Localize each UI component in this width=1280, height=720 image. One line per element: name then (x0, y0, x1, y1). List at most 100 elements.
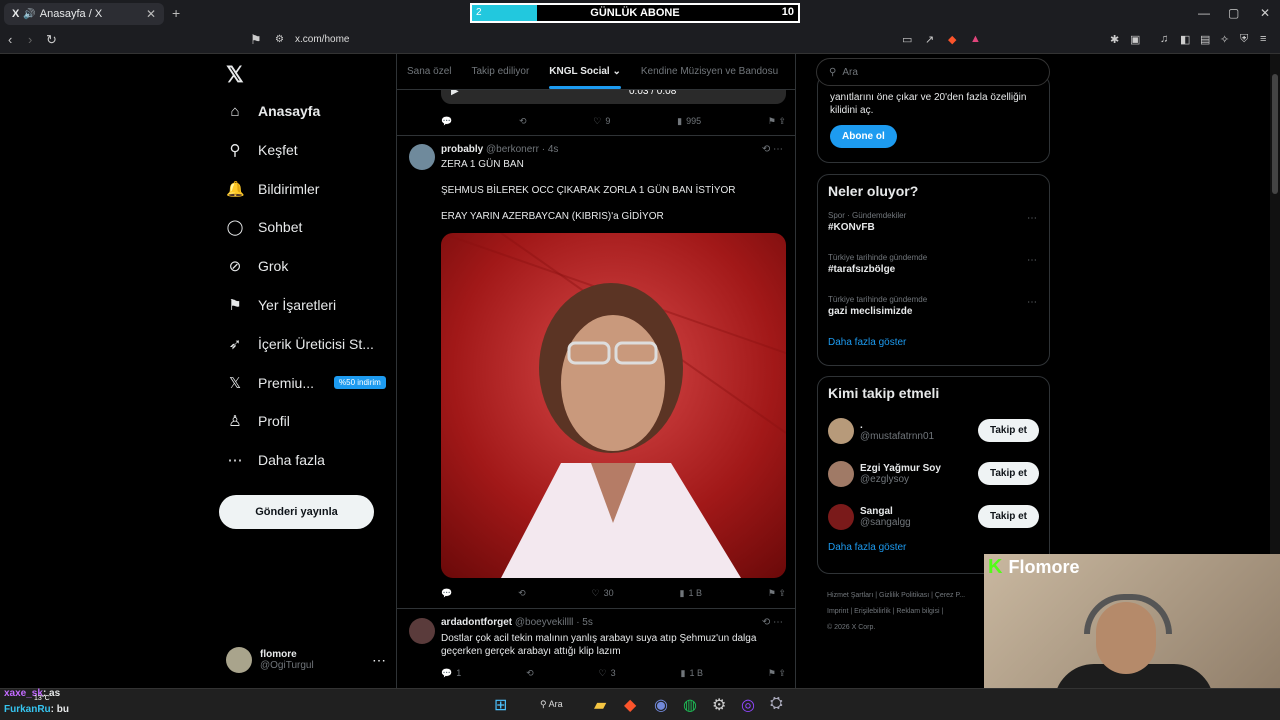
browser-tab[interactable]: X 🔊 Anasayfa / X ✕ (4, 3, 164, 25)
account-switcher[interactable]: flomore @OgiTurgul ⋯ (226, 642, 386, 678)
extensions-icon[interactable]: ✱ (1110, 33, 1119, 46)
scrollbar-thumb[interactable] (1272, 74, 1278, 194)
sidebar-item-2[interactable]: 🔔 Bildirimler (226, 174, 319, 204)
new-tab-button[interactable]: + (172, 5, 180, 21)
vpn-icon[interactable]: ⛨ (1240, 33, 1248, 46)
trend-item[interactable]: Türkiye tarihinde gündemde gazi meclisimi… (818, 291, 1049, 333)
wallet-icon[interactable]: ▤ (1200, 33, 1210, 46)
avatar[interactable] (409, 618, 435, 644)
sidebar-item-3[interactable]: ◯ Sohbet (226, 212, 303, 242)
tab-for-you[interactable]: Sana özel (397, 66, 461, 77)
tweet-author[interactable]: ardadontforget (441, 617, 512, 628)
retweet-icon[interactable]: ⟲ (518, 588, 526, 599)
sidebar-item-7[interactable]: 𝕏 Premiu... %50 indirim (226, 368, 386, 398)
bookmark-icon[interactable]: ⚑ ⇪ (768, 588, 786, 599)
avatar[interactable] (828, 417, 854, 444)
discord-icon[interactable]: ◉ (654, 695, 668, 715)
retweet-icon[interactable]: ⟲ (526, 668, 534, 679)
reply-button[interactable]: 💬 1 (441, 668, 461, 679)
tab-musician[interactable]: Kendine Müzisyen ve Bandosu (631, 66, 788, 77)
sidebar-item-5[interactable]: ⚑ Yer İşaretleri (226, 290, 336, 320)
sidebar-item-4[interactable]: ⊘ Grok (226, 251, 289, 281)
forward-icon[interactable]: › (28, 32, 32, 47)
sidebar-item-6[interactable]: ➶ İçerik Üreticisi St... (226, 329, 374, 359)
tab-kngl-social[interactable]: KNGL Social ⌄ (539, 66, 631, 89)
tab-following[interactable]: Takip ediliyor (461, 66, 539, 77)
avatar[interactable] (828, 460, 854, 487)
url-field[interactable]: x.com/home (295, 34, 349, 45)
more-icon[interactable]: ⋯ (372, 652, 386, 669)
share-icon[interactable]: ↗ (925, 33, 934, 46)
reload-icon[interactable]: ↻ (46, 32, 57, 48)
suggestion-name[interactable]: Sangal (860, 506, 911, 517)
brave-rewards-icon[interactable]: ▲ (970, 33, 981, 45)
speaker-icon[interactable]: 🔊 (23, 9, 35, 20)
avatar[interactable] (828, 503, 854, 530)
like-button[interactable]: ♡ 3 (599, 668, 616, 679)
spotify-icon[interactable]: ◍ (683, 695, 697, 715)
bookmark-icon[interactable]: ⚑ ⇪ (768, 668, 786, 679)
file-explorer-icon[interactable]: ▰ (594, 695, 606, 715)
music-icon[interactable]: ♫ (1160, 33, 1168, 45)
profile-icon: ♙ (228, 413, 242, 431)
screenshot-icon[interactable]: ▣ (1130, 33, 1140, 46)
tweet-handle[interactable]: @berkonerr (486, 144, 539, 155)
like-button[interactable]: ♡ 30 (592, 588, 614, 599)
suggestion-name[interactable]: . (860, 420, 934, 431)
obs-icon[interactable]: ◎ (741, 695, 755, 715)
menu-icon[interactable]: ≡ (1260, 33, 1266, 45)
leo-icon[interactable]: ✧ (1220, 33, 1229, 46)
minimize-icon[interactable]: — (1198, 6, 1210, 20)
trend-item[interactable]: Spor · Gündemdekiler #KONvFB ⋯ (818, 207, 1049, 249)
tweet-handle[interactable]: @boeyvekillll (515, 617, 574, 628)
tweet-author[interactable]: probably (441, 144, 483, 155)
sidebar-item-label: Anasayfa (258, 103, 321, 119)
more-icon[interactable]: ⟲ ⋯ (762, 617, 783, 628)
like-button[interactable]: ♡ 9 (593, 116, 610, 127)
tweet-media[interactable] (441, 233, 786, 578)
site-settings-icon[interactable]: ⚙ (275, 34, 284, 45)
subscribe-button[interactable]: Abone ol (830, 125, 897, 148)
trend-item[interactable]: Türkiye tarihinde gündemde #tarafsızbölge… (818, 249, 1049, 291)
windows-start-icon[interactable]: ⊞ (494, 695, 507, 715)
suggestion-name[interactable]: Ezgi Yağmur Soy (860, 463, 941, 474)
close-tab-icon[interactable]: ✕ (146, 7, 156, 21)
window-close-icon[interactable]: ✕ (1260, 6, 1270, 20)
reply-icon[interactable]: 💬 (441, 116, 452, 127)
sidebar-item-1[interactable]: ⚲ Keşfet (226, 135, 298, 165)
maximize-icon[interactable]: ▢ (1228, 6, 1239, 20)
more-icon[interactable]: ⟲ ⋯ (762, 144, 783, 155)
sidebar-toggle-icon[interactable]: ◧ (1180, 33, 1190, 46)
footer-line[interactable]: Imprint | Erişilebilirlik | Reklam bilgi… (827, 604, 987, 620)
avatar[interactable] (409, 144, 435, 170)
follow-button[interactable]: Takip et (977, 505, 1039, 528)
search-input[interactable]: ⚲ Ara (816, 58, 1050, 86)
sidebar-item-9[interactable]: ⋯ Daha fazla (226, 445, 325, 475)
post-button[interactable]: Gönderi yayınla (219, 495, 374, 529)
views-button[interactable]: ▮ 1 B (679, 588, 701, 599)
sidebar-item-0[interactable]: ⌂ Anasayfa (226, 96, 320, 126)
show-more-link[interactable]: Daha fazla göster (818, 333, 1049, 358)
sidebar-item-8[interactable]: ♙ Profil (226, 406, 290, 436)
steam-icon[interactable]: ⛭ (770, 695, 783, 713)
brave-icon[interactable]: ◆ (624, 695, 636, 715)
app-icon[interactable]: ⚙ (712, 695, 726, 715)
follow-button[interactable]: Takip et (977, 462, 1039, 485)
bookmark-icon[interactable]: ⚑ ⇪ (768, 116, 786, 127)
back-icon[interactable]: ‹ (8, 32, 12, 47)
cast-icon[interactable]: ▭ (902, 33, 912, 46)
follow-button[interactable]: Takip et (977, 419, 1039, 442)
retweet-icon[interactable]: ⟲ (519, 116, 527, 127)
footer-line[interactable]: Hizmet Şartları | Gizlilik Politikası | … (827, 588, 987, 604)
sidebar-item-label: Profil (258, 413, 290, 430)
taskbar-search[interactable]: ⚲ Ara (540, 699, 563, 710)
more-icon[interactable]: ⋯ (1027, 255, 1037, 266)
views-button[interactable]: ▮ 1 B (681, 668, 703, 679)
reply-icon[interactable]: 💬 (441, 588, 452, 599)
brave-shield-icon[interactable]: ◆ (948, 33, 956, 46)
bookmark-page-icon[interactable]: ⚑ (250, 32, 262, 48)
x-logo-icon[interactable]: 𝕏 (226, 62, 244, 88)
more-icon[interactable]: ⋯ (1027, 213, 1037, 224)
views-button[interactable]: ▮ 995 (677, 116, 701, 127)
more-icon[interactable]: ⋯ (1027, 297, 1037, 308)
